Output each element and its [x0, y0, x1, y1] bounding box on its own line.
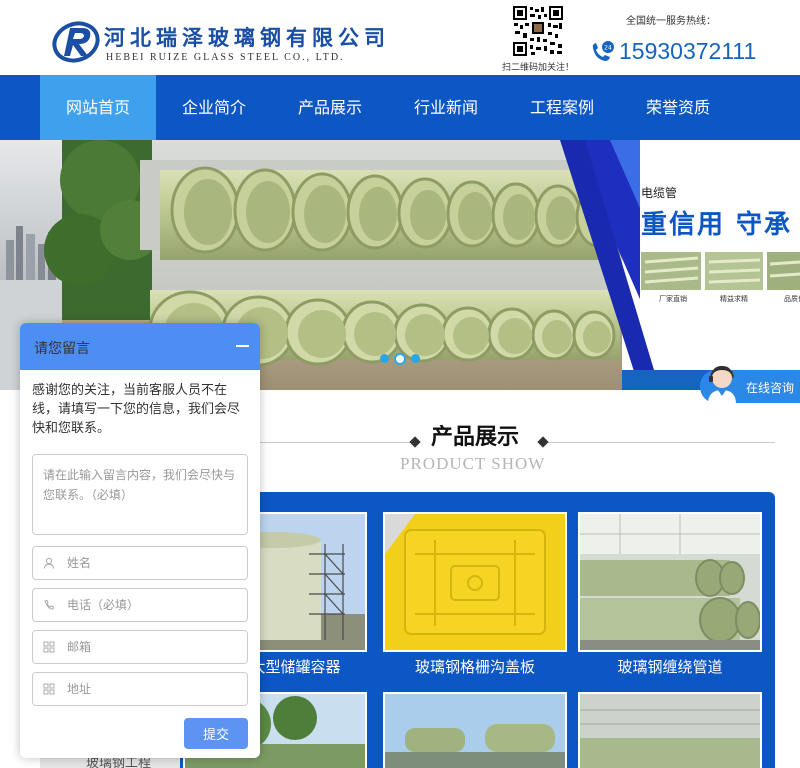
diamond-icon — [409, 436, 421, 448]
site-header: 河北瑞泽玻璃钢有限公司 HEBEI RUIZE GLASS STEEL CO.,… — [0, 0, 800, 75]
slide-dot[interactable] — [411, 354, 420, 363]
product-card[interactable] — [578, 512, 762, 652]
grid-icon — [43, 641, 55, 653]
submit-button[interactable]: 提交 — [184, 718, 248, 749]
nav-item-home[interactable]: 网站首页 — [40, 75, 156, 140]
product-panel: 玻璃钢大型储罐容器 玻璃钢格栅沟盖板 玻璃钢缠绕管道 — [180, 492, 775, 768]
banner-label-small: 电缆管 — [641, 186, 678, 200]
company-logo-icon[interactable] — [52, 20, 100, 64]
popup-title: 请您留言 — [34, 341, 90, 357]
banner-thumb-caption: 精益求精 — [720, 295, 748, 303]
qr-caption: 扫二维码加关注！ — [502, 63, 575, 73]
section-title: 产品展示 — [431, 425, 520, 450]
phone-input[interactable] — [67, 595, 237, 615]
address-input[interactable] — [67, 679, 237, 699]
phone-icon — [44, 599, 55, 610]
diamond-icon — [537, 436, 549, 448]
product-card[interactable] — [383, 512, 567, 652]
banner-label-big: 重信用 守承 — [641, 210, 793, 240]
name-field[interactable] — [32, 546, 248, 580]
svg-text:24: 24 — [604, 45, 612, 52]
company-name-en: HEBEI RUIZE GLASS STEEL CO., LTD. — [106, 52, 345, 63]
name-input[interactable] — [67, 553, 237, 573]
popup-intro-text: 感谢您的关注，当前客服人员不在线，请填写一下您的信息，我们会尽快和您联系。 — [32, 383, 241, 436]
message-textarea[interactable] — [32, 454, 248, 535]
online-consult-button[interactable]: 在线咨询 — [700, 366, 800, 404]
phone-number[interactable]: 15930372111 — [619, 38, 756, 65]
nav-item-products[interactable]: 产品展示 — [272, 75, 388, 140]
hotline-label: 全国统一服务热线： — [626, 16, 716, 27]
nav-item-about[interactable]: 企业简介 — [156, 75, 272, 140]
section-divider — [260, 442, 410, 443]
product-card[interactable] — [383, 692, 567, 768]
phone-field[interactable] — [32, 588, 248, 622]
section-divider — [544, 442, 775, 443]
qr-code-icon — [512, 5, 564, 57]
customer-service-avatar-icon — [708, 366, 736, 404]
user-icon — [44, 557, 54, 569]
slide-dot[interactable] — [380, 354, 389, 363]
grid-icon — [43, 683, 55, 695]
minimize-icon[interactable] — [236, 345, 249, 347]
phone-24h-icon: 24 — [592, 41, 614, 61]
online-consult-label: 在线咨询 — [746, 381, 795, 395]
email-field[interactable] — [32, 630, 248, 664]
nav-item-cases[interactable]: 工程案例 — [504, 75, 620, 140]
product-image-pipes — [580, 514, 760, 650]
company-name-cn: 河北瑞泽玻璃钢有限公司 — [104, 25, 390, 50]
product-image-row2 — [580, 694, 760, 768]
leave-message-popup: 请您留言 感谢您的关注，当前客服人员不在线，请填写一下您的信息，我们会尽快和您联… — [20, 323, 260, 758]
nav-item-news[interactable]: 行业新闻 — [388, 75, 504, 140]
banner-thumb-caption: 品质保证 — [784, 295, 800, 303]
main-nav: 网站首页 企业简介 产品展示 行业新闻 工程案例 荣誉资质 — [0, 75, 800, 140]
product-image-grating — [385, 514, 565, 650]
section-subtitle: PRODUCT SHOW — [400, 454, 546, 473]
address-field[interactable] — [32, 672, 248, 706]
nav-item-honors[interactable]: 荣誉资质 — [620, 75, 736, 140]
product-caption[interactable]: 玻璃钢缠绕管道 — [578, 656, 762, 677]
slide-dot-active[interactable] — [394, 352, 406, 365]
banner-thumb-caption: 厂家直销 — [659, 295, 687, 303]
email-input[interactable] — [67, 637, 237, 657]
product-card[interactable] — [578, 692, 762, 768]
product-image-row2 — [385, 694, 565, 768]
product-caption[interactable]: 玻璃钢格栅沟盖板 — [383, 656, 567, 677]
